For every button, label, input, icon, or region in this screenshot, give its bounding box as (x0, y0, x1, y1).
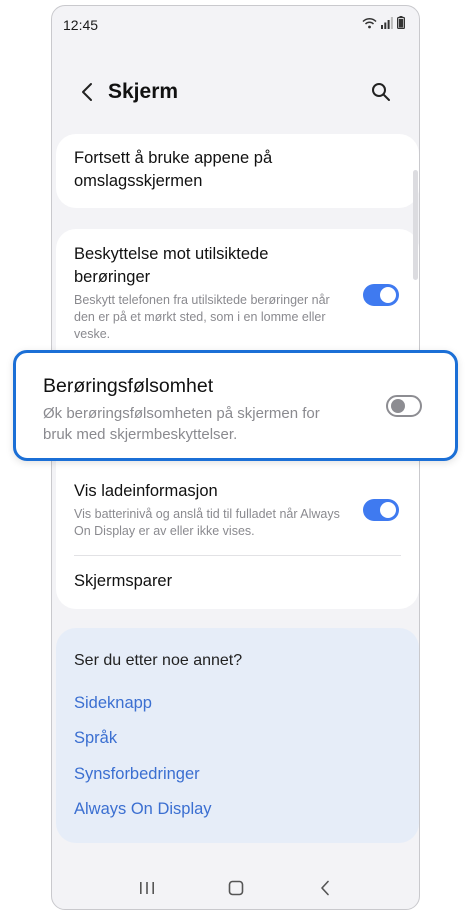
search-button[interactable] (369, 80, 393, 104)
status-time: 12:45 (63, 17, 99, 33)
page-title: Skjerm (108, 80, 179, 103)
touch-sensitivity-title: Berøringsfølsomhet (43, 375, 214, 397)
chevron-left-icon (82, 83, 92, 101)
recents-button[interactable] (132, 873, 162, 903)
touch-sensitivity-toggle[interactable] (386, 395, 422, 417)
suggestions-card: Ser du etter noe annet? Sideknapp Språk … (56, 628, 419, 843)
navigation-bar (52, 868, 419, 908)
status-bar: 12:45 (52, 6, 419, 44)
accidental-touch-setting[interactable]: Beskyttelse mot utilsiktede berøringer B… (74, 243, 344, 343)
battery-icon (397, 16, 406, 34)
accidental-touch-subtitle: Beskytt telefonen fra utilsiktede berøri… (74, 293, 330, 341)
wifi-icon (362, 16, 377, 34)
screensaver-title: Skjermsparer (74, 572, 173, 590)
scroll-handle[interactable] (413, 170, 418, 280)
app-bar: Skjerm (52, 66, 419, 118)
home-icon (228, 880, 243, 896)
cover-screen-title: Fortsett å bruke appene på omslagsskjerm… (74, 149, 273, 190)
charging-info-setting[interactable]: Vis ladeinformasjon Vis batterinivå og a… (74, 480, 344, 540)
touch-sensitivity-setting[interactable]: Berøringsfølsomhet Øk berøringsfølsomhet… (13, 350, 458, 461)
charging-info-toggle[interactable] (363, 499, 399, 521)
charging-info-subtitle: Vis batterinivå og anslå tid til fullade… (74, 507, 340, 538)
search-icon (372, 83, 390, 101)
suggestion-link-language[interactable]: Språk (74, 729, 117, 748)
signal-icon (381, 16, 393, 34)
back-button[interactable] (76, 81, 98, 103)
system-back-button[interactable] (310, 873, 340, 903)
home-button[interactable] (221, 873, 251, 903)
accidental-touch-toggle[interactable] (363, 284, 399, 306)
screensaver-setting[interactable]: Skjermsparer (74, 570, 399, 593)
suggestion-link-vision[interactable]: Synsforbedringer (74, 765, 200, 784)
suggestion-link-aod[interactable]: Always On Display (74, 800, 212, 819)
charging-info-title: Vis ladeinformasjon (74, 482, 218, 500)
cover-screen-setting[interactable]: Fortsett å bruke appene på omslagsskjerm… (74, 147, 399, 193)
recents-icon (139, 882, 154, 894)
accidental-touch-title: Beskyttelse mot utilsiktede berøringer (74, 245, 269, 286)
cover-screen-card: Fortsett å bruke appene på omslagsskjerm… (56, 134, 419, 208)
suggestion-link-side-key[interactable]: Sideknapp (74, 694, 152, 713)
divider (74, 555, 401, 556)
status-icons (362, 16, 406, 34)
back-icon (320, 880, 329, 896)
touch-sensitivity-subtitle: Øk berøringsfølsomheten på skjermen for … (43, 405, 320, 443)
suggestions-title: Ser du etter noe annet? (74, 652, 243, 669)
